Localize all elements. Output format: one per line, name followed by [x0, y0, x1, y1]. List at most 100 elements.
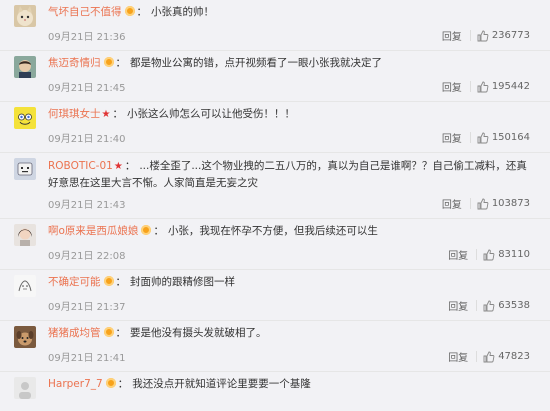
vip-badge-icon: [141, 225, 152, 235]
username-link[interactable]: 焦迈奇情归: [48, 57, 101, 69]
colon-separator: ：: [153, 225, 164, 237]
reply-button[interactable]: 回复: [448, 247, 468, 262]
colon-separator: ：: [115, 327, 127, 339]
comment-time: 09月21日 21:40: [48, 134, 126, 145]
star-badge-icon: ★: [113, 161, 123, 172]
thumbs-up-icon: [483, 300, 495, 311]
comment-text: 小张这么帅怎么可以让他受伤！！！: [126, 108, 295, 120]
username-link[interactable]: 啊o原来是西瓜娘娘: [48, 225, 138, 237]
comment-actions: 回复 195442: [442, 79, 530, 94]
girl-avatar[interactable]: [14, 224, 36, 246]
reply-button[interactable]: 回复: [442, 28, 462, 43]
comment-item: 猪猪成均管 ：要是他没有摄头发就破相了。 09月21日 21:41 回复 4782…: [0, 321, 550, 372]
vip-badge-icon: [124, 6, 135, 16]
vip-badge-icon: [103, 276, 114, 286]
like-count: 63538: [498, 300, 530, 311]
divider: [476, 249, 478, 260]
comment-line: 猪猪成均管 ：要是他没有摄头发就破相了。: [48, 326, 530, 340]
comment-actions: 回复 63538: [448, 298, 530, 313]
like-button[interactable]: 195442: [477, 81, 530, 93]
sponge-avatar[interactable]: [14, 107, 36, 129]
person-avatar[interactable]: [14, 56, 36, 78]
star-badge-icon: ★: [101, 109, 111, 120]
reply-button[interactable]: 回复: [448, 349, 468, 364]
divider: [469, 132, 471, 143]
comment-item: 何琪琪女士★：小张这么帅怎么可以让他受伤！！！ 09月21日 21:40 回复 …: [0, 102, 550, 153]
comment-actions: 回复 150164: [442, 130, 530, 145]
like-button[interactable]: 150164: [477, 132, 530, 144]
colon-separator: ：: [112, 108, 123, 120]
thumbs-up-icon: [483, 249, 495, 260]
comment-line: Harper7_7 ：我还没点开就知道评论里要要一个基隆: [48, 377, 530, 391]
comment-text: 小张真的帅！: [151, 6, 214, 18]
comment-item: 焦迈奇情归 ：都是物业公寓的错，点开视频看了一眼小张我就决定了 09月21日 21…: [0, 51, 550, 102]
username-link[interactable]: 猪猪成均管: [48, 327, 101, 339]
comment-time: 09月21日 22:08: [48, 251, 126, 262]
cartoon-avatar[interactable]: [14, 158, 36, 180]
comment-item: Harper7_7 ：我还没点开就知道评论里要要一个基隆: [0, 372, 550, 402]
divider: [476, 351, 478, 362]
comment-text: 封面帅的跟精修图一样: [130, 276, 235, 288]
username-link[interactable]: 不确定可能: [48, 276, 101, 288]
comment-actions: 回复 236773: [442, 28, 530, 43]
thumbs-up-icon: [477, 198, 489, 209]
comment-time: 09月21日 21:37: [48, 302, 126, 313]
sketch-avatar[interactable]: [14, 275, 36, 297]
vip-badge-icon: [105, 378, 116, 388]
comment-line: 啊o原来是西瓜娘娘 ：小张，我现在怀孕不方便，但我后续还可以生: [48, 224, 530, 238]
username-link[interactable]: ROBOTIC-01: [48, 160, 113, 172]
thumbs-up-icon: [477, 81, 489, 92]
like-button[interactable]: 103873: [477, 198, 530, 210]
reply-button[interactable]: 回复: [442, 130, 462, 145]
colon-separator: ：: [124, 160, 136, 172]
comment-text: 都是物业公寓的错，点开视频看了一眼小张我就决定了: [130, 57, 382, 69]
like-count: 47823: [498, 351, 530, 362]
like-count: 195442: [491, 81, 530, 92]
reply-button[interactable]: 回复: [448, 298, 468, 313]
thumbs-up-icon: [477, 132, 489, 143]
comment-time: 09月21日 21:43: [48, 200, 126, 211]
comment-list: 气坏自己不值得：小张真的帅！ 09月21日 21:36 回复 236773 焦迈…: [0, 0, 550, 402]
comment-time: 09月21日 21:36: [48, 32, 126, 43]
comment-line: 不确定可能 ：封面帅的跟精修图一样: [48, 275, 530, 289]
reply-button[interactable]: 回复: [442, 196, 462, 211]
comment-item: 不确定可能 ：封面帅的跟精修图一样 09月21日 21:37 回复 63538: [0, 270, 550, 321]
cat-avatar[interactable]: [14, 5, 36, 27]
divider: [469, 81, 471, 92]
like-count: 83110: [498, 249, 530, 260]
colon-separator: ：: [115, 276, 127, 288]
like-count: 150164: [491, 132, 530, 143]
like-count: 236773: [491, 30, 530, 41]
vip-badge-icon: [103, 57, 114, 67]
comment-text: 要是他没有摄头发就破相了。: [130, 327, 267, 339]
like-button[interactable]: 47823: [483, 351, 530, 363]
like-button[interactable]: 63538: [483, 300, 530, 312]
thumbs-up-icon: [477, 30, 489, 41]
dog-avatar[interactable]: [14, 326, 36, 348]
comment-text: 小张，我现在怀孕不方便，但我后续还可以生: [167, 225, 378, 237]
comment-line: ROBOTIC-01★： ...楼全歪了...这个物业拽的二五八万的，真以为自己是…: [48, 158, 532, 191]
comment-item: 啊o原来是西瓜娘娘 ：小张，我现在怀孕不方便，但我后续还可以生 09月21日 22…: [0, 219, 550, 270]
username-link[interactable]: Harper7_7: [48, 378, 103, 390]
username-link[interactable]: 气坏自己不值得: [48, 6, 122, 18]
colon-separator: ：: [117, 378, 129, 390]
comment-text: 我还没点开就知道评论里要要一个基隆: [132, 378, 311, 390]
like-button[interactable]: 83110: [483, 249, 530, 261]
comment-actions: 回复 47823: [448, 349, 530, 364]
comment-item: ROBOTIC-01★： ...楼全歪了...这个物业拽的二五八万的，真以为自己是…: [0, 153, 550, 219]
comment-item: 气坏自己不值得 ：小张真的帅！ 09月21日 21:36 回复 236773: [0, 0, 550, 51]
like-button[interactable]: 236773: [477, 30, 530, 42]
blank-avatar[interactable]: [14, 377, 36, 399]
comment-line: 焦迈奇情归 ：都是物业公寓的错，点开视频看了一眼小张我就决定了: [48, 56, 530, 70]
reply-button[interactable]: 回复: [442, 79, 462, 94]
comment-line: 何琪琪女士★：小张这么帅怎么可以让他受伤！！！: [48, 107, 530, 122]
divider: [469, 198, 471, 209]
like-count: 103873: [491, 198, 530, 209]
colon-separator: ：: [136, 6, 148, 18]
username-link[interactable]: 何琪琪女士: [48, 108, 101, 120]
thumbs-up-icon: [483, 351, 495, 362]
comment-line: 气坏自己不值得 ：小张真的帅！: [48, 5, 530, 19]
colon-separator: ：: [115, 57, 127, 69]
vip-badge-icon: [103, 327, 114, 337]
divider: [476, 300, 478, 311]
